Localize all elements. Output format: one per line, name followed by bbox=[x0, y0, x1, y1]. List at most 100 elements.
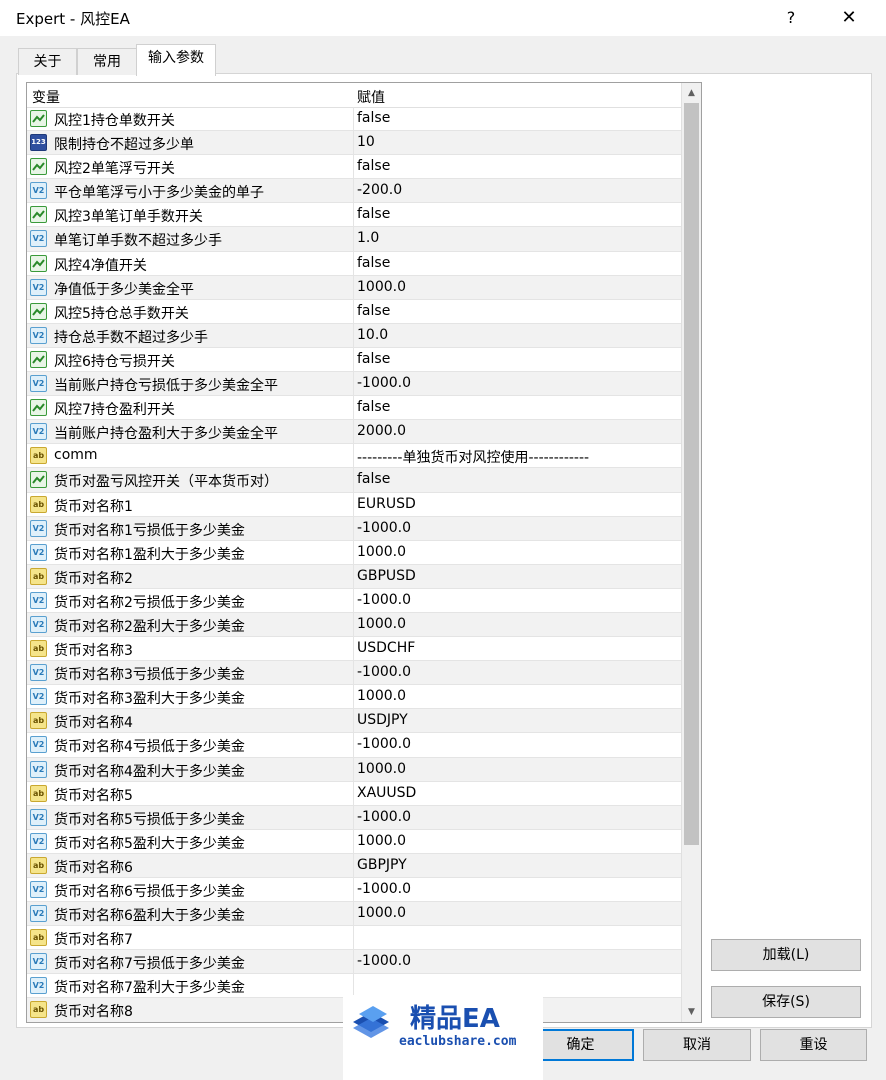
parameter-row[interactable]: ab 货币对名称6 GBPJPY bbox=[27, 853, 681, 878]
parameter-value[interactable]: GBPJPY bbox=[357, 857, 407, 873]
parameter-value[interactable]: false bbox=[357, 471, 390, 487]
parameter-row[interactable]: V2 平仓单笔浮亏小于多少美金的单子 -200.0 bbox=[27, 179, 681, 204]
parameter-row[interactable]: ab 货币对名称1 EURUSD bbox=[27, 492, 681, 517]
parameter-name: 货币对名称4亏损低于多少美金 bbox=[54, 739, 245, 756]
parameter-name: 货币对名称7亏损低于多少美金 bbox=[54, 956, 245, 973]
parameter-row[interactable]: V2 货币对名称4亏损低于多少美金 -1000.0 bbox=[27, 733, 681, 758]
parameter-value[interactable]: -1000.0 bbox=[357, 809, 411, 825]
parameter-value[interactable]: false bbox=[357, 303, 390, 319]
scroll-up-arrow-icon[interactable]: ▲ bbox=[682, 83, 701, 103]
parameter-value[interactable]: GBPUSD bbox=[357, 568, 416, 584]
parameter-row[interactable]: V2 货币对名称2盈利大于多少美金 1000.0 bbox=[27, 612, 681, 638]
vertical-scrollbar[interactable]: ▲ ▼ bbox=[681, 83, 701, 1022]
load-button[interactable]: 加载(L) bbox=[711, 939, 861, 971]
parameter-name: 货币对名称5 bbox=[54, 787, 133, 804]
parameter-row[interactable]: ab 货币对名称3 USDCHF bbox=[27, 637, 681, 662]
parameter-row[interactable]: V2 当前账户持仓盈利大于多少美金全平 2000.0 bbox=[27, 420, 681, 445]
column-divider bbox=[353, 372, 354, 396]
parameter-row[interactable]: V2 货币对名称1盈利大于多少美金 1000.0 bbox=[27, 540, 681, 565]
parameter-value[interactable]: USDCHF bbox=[357, 640, 415, 656]
watermark-brand: 精品EA bbox=[410, 1004, 500, 1034]
parameter-value[interactable]: 1000.0 bbox=[357, 761, 406, 777]
parameter-row[interactable]: 风控5持仓总手数开关 false bbox=[27, 299, 681, 324]
parameter-value[interactable]: 1000.0 bbox=[357, 833, 406, 849]
parameter-value[interactable]: 10 bbox=[357, 134, 375, 150]
parameter-row[interactable]: 风控3单笔订单手数开关 false bbox=[27, 203, 681, 228]
parameter-row[interactable]: V2 货币对名称3亏损低于多少美金 -1000.0 bbox=[27, 661, 681, 686]
parameter-row[interactable]: V2 单笔订单手数不超过多少手 1.0 bbox=[27, 227, 681, 252]
parameter-value[interactable]: ---------单独货币对风控使用------------ bbox=[357, 447, 589, 467]
parameter-name: 货币对名称3亏损低于多少美金 bbox=[54, 667, 245, 684]
parameter-row[interactable]: V2 货币对名称4盈利大于多少美金 1000.0 bbox=[27, 757, 681, 782]
column-divider bbox=[353, 612, 354, 637]
parameter-row[interactable]: 风控7持仓盈利开关 false bbox=[27, 396, 681, 421]
parameter-value[interactable]: EURUSD bbox=[357, 496, 416, 512]
parameter-row[interactable]: V2 净值低于多少美金全平 1000.0 bbox=[27, 275, 681, 300]
parameter-value[interactable]: -1000.0 bbox=[357, 736, 411, 752]
parameter-value[interactable]: 1.0 bbox=[357, 230, 379, 246]
parameter-value[interactable]: false bbox=[357, 158, 390, 174]
parameter-value[interactable]: USDJPY bbox=[357, 712, 408, 728]
column-header-value[interactable]: 赋值 bbox=[357, 87, 385, 107]
tab-about[interactable]: 关于 bbox=[18, 48, 77, 75]
parameter-value[interactable]: -1000.0 bbox=[357, 592, 411, 608]
parameter-row[interactable]: V2 货币对名称5盈利大于多少美金 1000.0 bbox=[27, 829, 681, 854]
tab-common[interactable]: 常用 bbox=[77, 48, 137, 75]
help-button[interactable]: ? bbox=[776, 4, 806, 32]
scroll-down-arrow-icon[interactable]: ▼ bbox=[682, 1002, 701, 1022]
parameter-value[interactable]: -1000.0 bbox=[357, 953, 411, 969]
parameter-row[interactable]: ab 货币对名称2 GBPUSD bbox=[27, 564, 681, 589]
parameter-value[interactable]: 1000.0 bbox=[357, 544, 406, 560]
parameter-value[interactable]: false bbox=[357, 351, 390, 367]
column-divider bbox=[353, 829, 354, 853]
parameter-row[interactable]: V2 当前账户持仓亏损低于多少美金全平 -1000.0 bbox=[27, 372, 681, 397]
parameter-value[interactable]: -1000.0 bbox=[357, 881, 411, 897]
parameter-row[interactable]: 123 限制持仓不超过多少单 10 bbox=[27, 131, 681, 156]
parameter-row[interactable]: V2 货币对名称6亏损低于多少美金 -1000.0 bbox=[27, 878, 681, 903]
double-param-icon: V2 bbox=[30, 881, 47, 898]
save-button[interactable]: 保存(S) bbox=[711, 986, 861, 1018]
parameter-row[interactable]: V2 货币对名称5亏损低于多少美金 -1000.0 bbox=[27, 805, 681, 830]
column-header-variable[interactable]: 变量 bbox=[32, 87, 60, 107]
ok-button[interactable]: 确定 bbox=[527, 1029, 634, 1061]
parameter-value[interactable]: false bbox=[357, 206, 390, 222]
parameter-row[interactable]: 风控1持仓单数开关 false bbox=[27, 107, 681, 132]
reset-button[interactable]: 重设 bbox=[760, 1029, 867, 1061]
parameter-row[interactable]: ab 货币对名称5 XAUUSD bbox=[27, 781, 681, 806]
parameter-row[interactable]: V2 货币对名称3盈利大于多少美金 1000.0 bbox=[27, 685, 681, 710]
tab-inputs[interactable]: 输入参数 bbox=[136, 44, 216, 76]
parameter-row[interactable]: V2 货币对名称1亏损低于多少美金 -1000.0 bbox=[27, 516, 681, 541]
parameter-value[interactable]: 1000.0 bbox=[357, 688, 406, 704]
cancel-button[interactable]: 取消 bbox=[643, 1029, 751, 1061]
parameter-value[interactable]: false bbox=[357, 399, 390, 415]
parameter-row[interactable]: V2 货币对名称6盈利大于多少美金 1000.0 bbox=[27, 902, 681, 927]
column-divider bbox=[353, 251, 354, 275]
parameter-value[interactable]: XAUUSD bbox=[357, 785, 416, 801]
parameter-value[interactable]: false bbox=[357, 255, 390, 271]
parameter-row[interactable]: 风控6持仓亏损开关 false bbox=[27, 347, 681, 373]
parameter-row[interactable]: ab 货币对名称4 USDJPY bbox=[27, 709, 681, 734]
parameter-row[interactable]: 风控2单笔浮亏开关 false bbox=[27, 155, 681, 180]
parameter-row[interactable]: ab comm ---------单独货币对风控使用------------ bbox=[27, 444, 681, 469]
parameter-row[interactable]: 风控4净值开关 false bbox=[27, 251, 681, 276]
double-param-icon: V2 bbox=[30, 182, 47, 200]
parameter-value[interactable]: 2000.0 bbox=[357, 423, 406, 439]
parameter-row[interactable]: V2 货币对名称7亏损低于多少美金 -1000.0 bbox=[27, 950, 681, 975]
parameter-value[interactable]: -1000.0 bbox=[357, 520, 411, 536]
close-button[interactable]: ✕ bbox=[834, 4, 864, 32]
parameter-value[interactable]: 1000.0 bbox=[357, 616, 406, 632]
column-divider bbox=[353, 347, 354, 372]
scroll-thumb[interactable] bbox=[684, 103, 699, 845]
parameter-row[interactable]: ab 货币对名称7 bbox=[27, 926, 681, 951]
parameter-value[interactable]: -1000.0 bbox=[357, 664, 411, 680]
parameter-row[interactable]: 货币对盈亏风控开关（平本货币对） false bbox=[27, 468, 681, 493]
parameter-value[interactable]: 1000.0 bbox=[357, 905, 406, 921]
column-divider bbox=[353, 131, 354, 155]
parameter-value[interactable]: -200.0 bbox=[357, 182, 402, 198]
parameter-value[interactable]: false bbox=[357, 110, 390, 126]
parameter-value[interactable]: -1000.0 bbox=[357, 375, 411, 391]
parameter-row[interactable]: V2 货币对名称2亏损低于多少美金 -1000.0 bbox=[27, 588, 681, 613]
parameter-row[interactable]: V2 持仓总手数不超过多少手 10.0 bbox=[27, 323, 681, 348]
parameter-value[interactable]: 1000.0 bbox=[357, 279, 406, 295]
parameter-value[interactable]: 10.0 bbox=[357, 327, 388, 343]
